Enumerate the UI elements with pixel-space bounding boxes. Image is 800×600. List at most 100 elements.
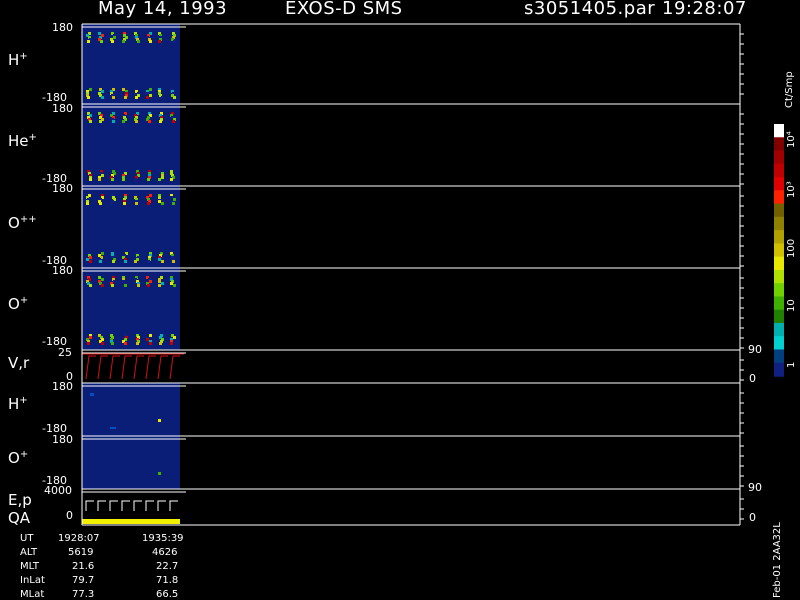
data-cell [158, 178, 161, 181]
col1-value: 77.3 [72, 589, 95, 600]
data-cell [87, 96, 90, 99]
tick-bottom: 0 [66, 509, 73, 522]
colorbar-swatch [774, 216, 784, 231]
data-cell [101, 284, 104, 287]
data-cell [122, 88, 125, 91]
velocity-trace [145, 355, 156, 380]
data-cell [158, 284, 161, 287]
data-cell [159, 120, 162, 123]
data-cell [147, 178, 150, 181]
data-cell [90, 393, 94, 396]
row-label: ALT [20, 547, 38, 558]
velocity-trace [169, 355, 180, 380]
data-cell [99, 202, 102, 205]
data-cell [137, 40, 140, 43]
data-cell [124, 96, 127, 99]
title-file: s3051405.par [524, 0, 656, 19]
data-background [82, 268, 180, 350]
panel-label-ep: E,p [8, 491, 32, 509]
velocity-trace [109, 355, 120, 380]
colorbar-swatch [774, 309, 784, 324]
data-cell [158, 40, 161, 43]
colorbar-swatch [774, 163, 784, 178]
velocity-trace [97, 355, 108, 380]
data-cell [173, 40, 176, 43]
data-cell [147, 202, 150, 205]
data-cell [86, 258, 89, 261]
col2-value: 71.8 [156, 575, 179, 586]
col2-value: 66.5 [156, 589, 179, 600]
data-cell [149, 94, 152, 97]
data-cell [149, 334, 152, 337]
data-cell [146, 338, 149, 341]
footer-stamp: Feb-01 2AA32L [772, 522, 783, 598]
panel-label-o-plus-plus: O++ [8, 214, 37, 232]
data-cell [101, 342, 104, 345]
data-cell [173, 336, 176, 339]
colorbar-swatch [774, 203, 784, 218]
data-cell [101, 252, 104, 255]
data-cell [173, 284, 176, 287]
panel-label-he-plus: He+ [8, 132, 37, 150]
colorbar-label: 10⁴ [786, 131, 797, 148]
data-cell [87, 342, 90, 345]
data-cell [124, 284, 127, 287]
data-cell [136, 342, 139, 345]
data-cell [99, 260, 102, 263]
data-cell [161, 96, 164, 99]
col1-value: 1928:07 [58, 533, 100, 544]
data-cell [148, 120, 151, 123]
data-cell [147, 260, 150, 263]
colorbar-swatch [774, 269, 784, 284]
velocity-trace [133, 355, 144, 380]
right-tick-bottom: 0 [749, 372, 756, 385]
data-cell [98, 276, 101, 279]
colorbar-swatch [774, 150, 784, 165]
data-cell [158, 200, 161, 203]
colorbar-swatch [774, 177, 784, 192]
data-cell [173, 96, 176, 99]
data-cell [135, 120, 138, 123]
data-cell [149, 40, 152, 43]
data-cell [101, 278, 104, 281]
data-cell [124, 342, 127, 345]
colorbar-label: 100 [786, 238, 797, 258]
tick-top: 180 [52, 380, 73, 393]
colorbar-swatch [774, 362, 784, 377]
data-cell [146, 96, 149, 99]
data-cell [113, 36, 116, 39]
title-time: 19:28:07 [662, 0, 747, 19]
colorbar-label: 10 [786, 299, 797, 312]
tick-top: 4000 [44, 484, 72, 497]
tick-top: 180 [52, 21, 73, 34]
colorbar-swatch [774, 349, 784, 364]
row-label: InLat [20, 575, 45, 586]
col2-value: 4626 [152, 547, 178, 558]
panel-label-vr: V,r [8, 354, 30, 372]
data-cell [89, 256, 92, 259]
data-cell [170, 342, 173, 345]
right-tick-bottom: 0 [749, 511, 756, 524]
data-cell [123, 202, 126, 205]
data-background [82, 186, 180, 268]
data-cell [89, 260, 92, 263]
data-cell [110, 202, 113, 205]
data-cell [172, 202, 175, 205]
data-cell [147, 284, 150, 287]
data-cell [161, 176, 164, 179]
right-tick-top: 90 [748, 481, 762, 494]
data-cell [161, 202, 164, 205]
data-cell [111, 40, 114, 43]
data-cell [170, 178, 173, 181]
colorbar-swatch [774, 336, 784, 351]
row-label: MLat [20, 589, 45, 600]
data-cell [101, 96, 104, 99]
data-cell [122, 120, 125, 123]
colorbar-swatch [774, 322, 784, 337]
tick-top: 180 [52, 102, 73, 115]
colorbar-title: Ct/Smp [784, 71, 795, 108]
data-cell [112, 260, 115, 263]
data-background [82, 383, 180, 436]
data-cell [158, 196, 161, 199]
colorbar-swatch [774, 124, 784, 138]
